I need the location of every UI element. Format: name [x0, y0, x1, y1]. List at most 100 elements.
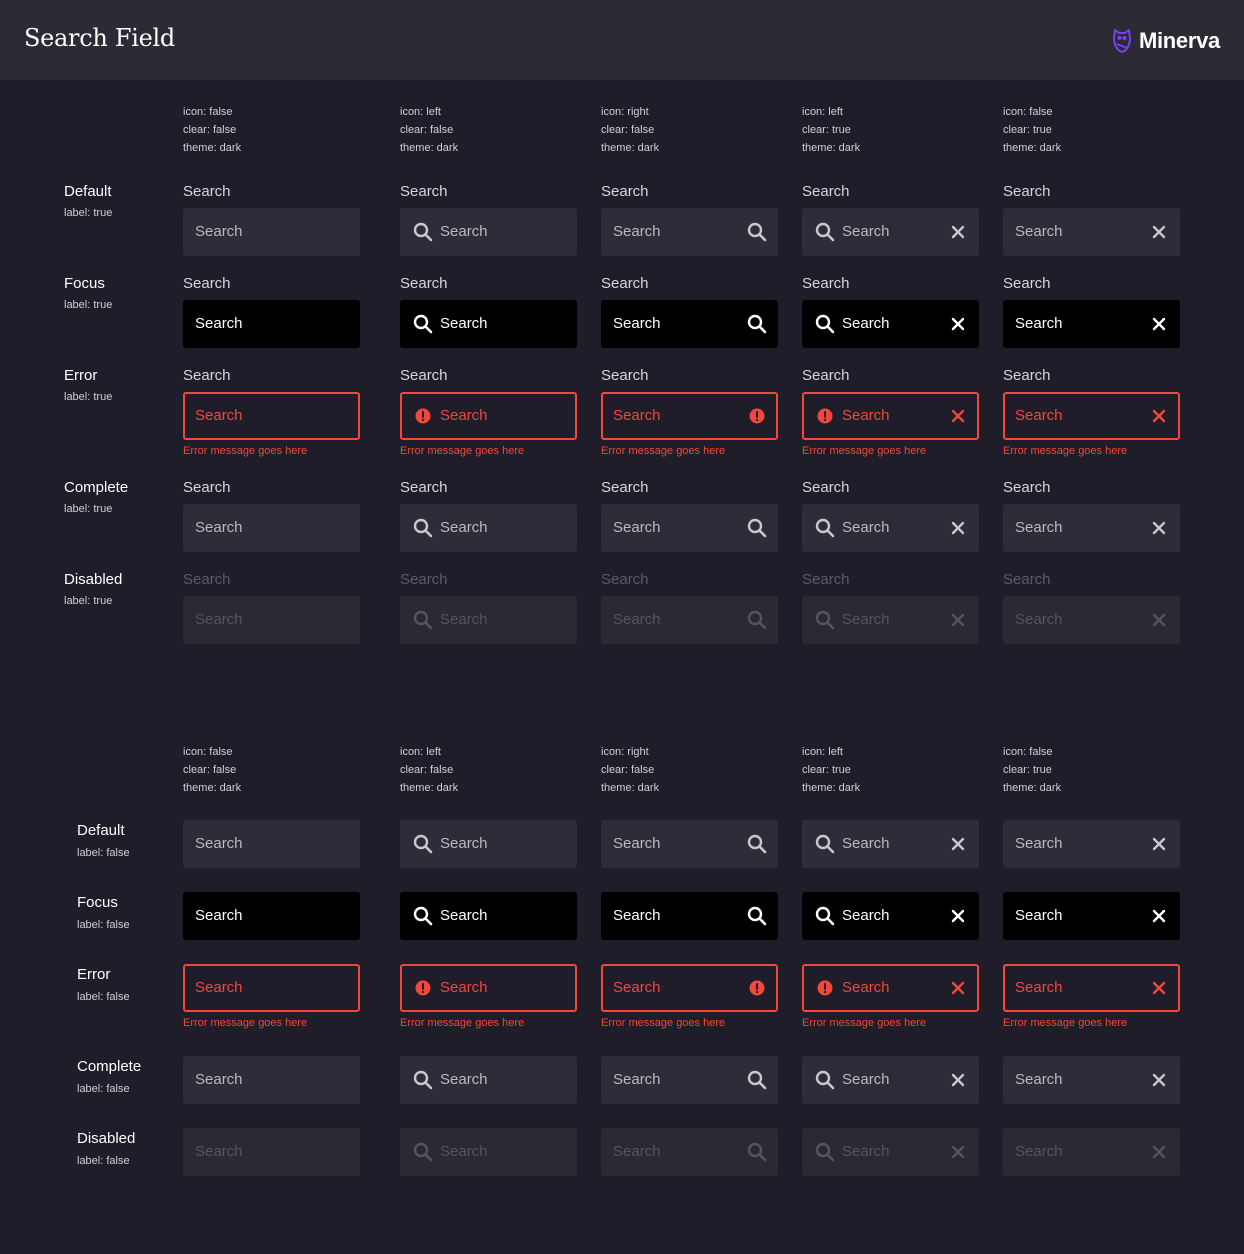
header-bar: Search Field Minerva: [0, 0, 1244, 80]
search-input[interactable]: Search: [601, 208, 778, 256]
row-subtitle: label: false: [77, 847, 130, 859]
clear-icon[interactable]: [1149, 978, 1169, 998]
search-icon: [815, 906, 835, 926]
search-input[interactable]: Search: [1003, 392, 1180, 440]
search-input[interactable]: Search: [1003, 964, 1180, 1012]
clear-icon[interactable]: [948, 1070, 968, 1090]
error-alert-icon: [413, 406, 433, 426]
search-input[interactable]: Search: [802, 892, 979, 940]
search-icon: [747, 1142, 767, 1162]
search-input[interactable]: Search: [1003, 300, 1180, 348]
search-input[interactable]: Search: [400, 208, 577, 256]
search-input[interactable]: Search: [183, 964, 360, 1012]
search-input[interactable]: Search: [802, 504, 979, 552]
search-input[interactable]: Search: [802, 1056, 979, 1104]
search-input[interactable]: Search: [183, 820, 360, 868]
clear-icon[interactable]: [948, 978, 968, 998]
column-prop-theme: theme: dark: [183, 782, 242, 794]
error-message: Error message goes here: [802, 1017, 927, 1029]
clear-icon[interactable]: [948, 222, 968, 242]
search-placeholder: Search: [842, 907, 890, 924]
clear-icon: [948, 610, 968, 630]
field-label: Search: [601, 183, 649, 200]
search-input[interactable]: Search: [400, 964, 577, 1012]
search-input[interactable]: Search: [802, 820, 979, 868]
search-input[interactable]: Search: [400, 820, 577, 868]
search-input[interactable]: Search: [400, 1056, 577, 1104]
column-prop-clear: clear: true: [1003, 764, 1052, 776]
search-input[interactable]: Search: [400, 392, 577, 440]
column-prop-icon: icon: false: [1003, 106, 1053, 118]
search-input[interactable]: Search: [802, 392, 979, 440]
search-placeholder: Search: [613, 315, 661, 332]
search-input[interactable]: Search: [183, 208, 360, 256]
field-label: Search: [1003, 275, 1051, 292]
column-prop-theme: theme: dark: [400, 142, 459, 154]
search-placeholder: Search: [440, 407, 488, 424]
search-input[interactable]: Search: [601, 392, 778, 440]
search-input[interactable]: Search: [601, 504, 778, 552]
search-input[interactable]: Search: [1003, 504, 1180, 552]
row-subtitle: label: true: [64, 299, 113, 311]
search-placeholder: Search: [1015, 907, 1063, 924]
clear-icon[interactable]: [1149, 1070, 1169, 1090]
search-input[interactable]: Search: [183, 392, 360, 440]
search-placeholder: Search: [613, 611, 661, 628]
search-icon: [747, 314, 767, 334]
column-prop-theme: theme: dark: [1003, 142, 1062, 154]
search-input[interactable]: Search: [400, 300, 577, 348]
search-placeholder: Search: [613, 907, 661, 924]
column-prop-clear: clear: false: [601, 764, 655, 776]
search-input[interactable]: Search: [1003, 1056, 1180, 1104]
clear-icon[interactable]: [948, 314, 968, 334]
search-icon: [815, 1142, 835, 1162]
search-input[interactable]: Search: [601, 964, 778, 1012]
search-input: Search: [802, 596, 979, 644]
search-placeholder: Search: [613, 979, 661, 996]
search-input[interactable]: Search: [1003, 820, 1180, 868]
column-prop-icon: icon: left: [802, 106, 843, 118]
search-input[interactable]: Search: [1003, 208, 1180, 256]
column-prop-clear: clear: false: [601, 124, 655, 136]
column-prop-icon: icon: left: [400, 106, 441, 118]
field-label: Search: [400, 571, 448, 588]
search-placeholder: Search: [842, 835, 890, 852]
error-message: Error message goes here: [183, 1017, 308, 1029]
clear-icon[interactable]: [948, 834, 968, 854]
clear-icon[interactable]: [1149, 222, 1169, 242]
search-input[interactable]: Search: [601, 1056, 778, 1104]
search-input[interactable]: Search: [802, 964, 979, 1012]
error-message: Error message goes here: [601, 445, 726, 457]
search-input[interactable]: Search: [802, 300, 979, 348]
search-input[interactable]: Search: [183, 504, 360, 552]
clear-icon[interactable]: [1149, 834, 1169, 854]
search-input[interactable]: Search: [1003, 892, 1180, 940]
clear-icon[interactable]: [1149, 518, 1169, 538]
clear-icon[interactable]: [948, 906, 968, 926]
clear-icon[interactable]: [1149, 906, 1169, 926]
clear-icon[interactable]: [948, 518, 968, 538]
search-input[interactable]: Search: [183, 1056, 360, 1104]
clear-icon[interactable]: [948, 406, 968, 426]
search-input[interactable]: Search: [601, 820, 778, 868]
search-icon: [747, 834, 767, 854]
search-icon: [815, 1070, 835, 1090]
error-message: Error message goes here: [183, 445, 308, 457]
search-input[interactable]: Search: [601, 300, 778, 348]
search-input[interactable]: Search: [400, 892, 577, 940]
column-prop-icon: icon: false: [1003, 746, 1053, 758]
search-input[interactable]: Search: [601, 892, 778, 940]
brand-logo: Minerva: [1111, 26, 1220, 56]
column-prop-clear: clear: false: [400, 124, 454, 136]
clear-icon[interactable]: [1149, 314, 1169, 334]
clear-icon[interactable]: [1149, 406, 1169, 426]
field-label: Search: [1003, 479, 1051, 496]
search-input[interactable]: Search: [802, 208, 979, 256]
search-input[interactable]: Search: [183, 300, 360, 348]
search-placeholder: Search: [842, 1071, 890, 1088]
search-input[interactable]: Search: [400, 504, 577, 552]
search-input[interactable]: Search: [183, 892, 360, 940]
column-header: icon: left clear: true theme: dark: [802, 103, 992, 157]
search-placeholder: Search: [842, 223, 890, 240]
search-icon: [815, 518, 835, 538]
